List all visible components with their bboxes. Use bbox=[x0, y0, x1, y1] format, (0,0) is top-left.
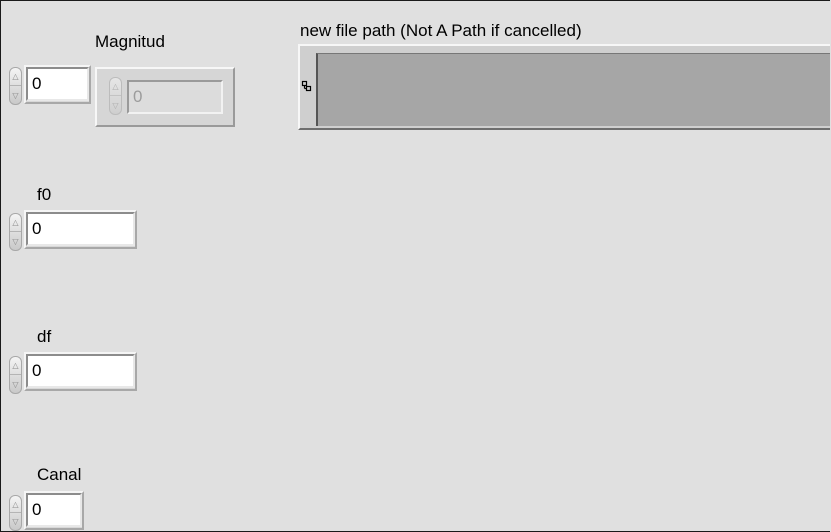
df-label: df bbox=[37, 327, 52, 346]
front-panel: Magnitud △ ▽ 0 △ ▽ 0 new file path (Not … bbox=[0, 0, 830, 532]
chevron-up-icon[interactable]: △ bbox=[10, 496, 21, 513]
chevron-up-icon[interactable]: △ bbox=[10, 214, 21, 232]
chevron-down-icon[interactable]: ▽ bbox=[10, 86, 21, 104]
magnitud-label: Magnitud bbox=[95, 32, 165, 51]
df-spinner[interactable]: △ ▽ bbox=[9, 356, 22, 394]
canal-label: Canal bbox=[37, 465, 82, 484]
df-input[interactable]: 0 bbox=[26, 354, 135, 388]
path-label: new file path (Not A Path if cancelled) bbox=[300, 21, 582, 40]
path-browse-icon[interactable] bbox=[301, 76, 313, 96]
canal-input[interactable]: 0 bbox=[26, 493, 82, 527]
chevron-down-icon[interactable]: ▽ bbox=[10, 232, 21, 250]
f0-input[interactable]: 0 bbox=[26, 212, 135, 246]
f0-label: f0 bbox=[37, 185, 52, 204]
canal-spinner[interactable]: △ ▽ bbox=[9, 495, 22, 531]
magnitud-input[interactable]: 0 bbox=[26, 67, 89, 101]
f0-spinner[interactable]: △ ▽ bbox=[9, 213, 22, 251]
magnitud-indicator: 0 bbox=[127, 80, 223, 114]
chevron-up-icon[interactable]: △ bbox=[10, 357, 21, 375]
chevron-down-icon[interactable]: ▽ bbox=[10, 375, 21, 393]
magnitud-spinner[interactable]: △ ▽ bbox=[9, 67, 22, 105]
chevron-down-icon: ▽ bbox=[112, 100, 119, 110]
chevron-up-icon: △ bbox=[110, 78, 121, 96]
chevron-down-icon[interactable]: ▽ bbox=[10, 513, 21, 530]
chevron-up-icon[interactable]: △ bbox=[10, 68, 21, 86]
path-field[interactable] bbox=[316, 53, 830, 126]
magnitud-indicator-spinner: △ ▽ bbox=[109, 77, 122, 115]
